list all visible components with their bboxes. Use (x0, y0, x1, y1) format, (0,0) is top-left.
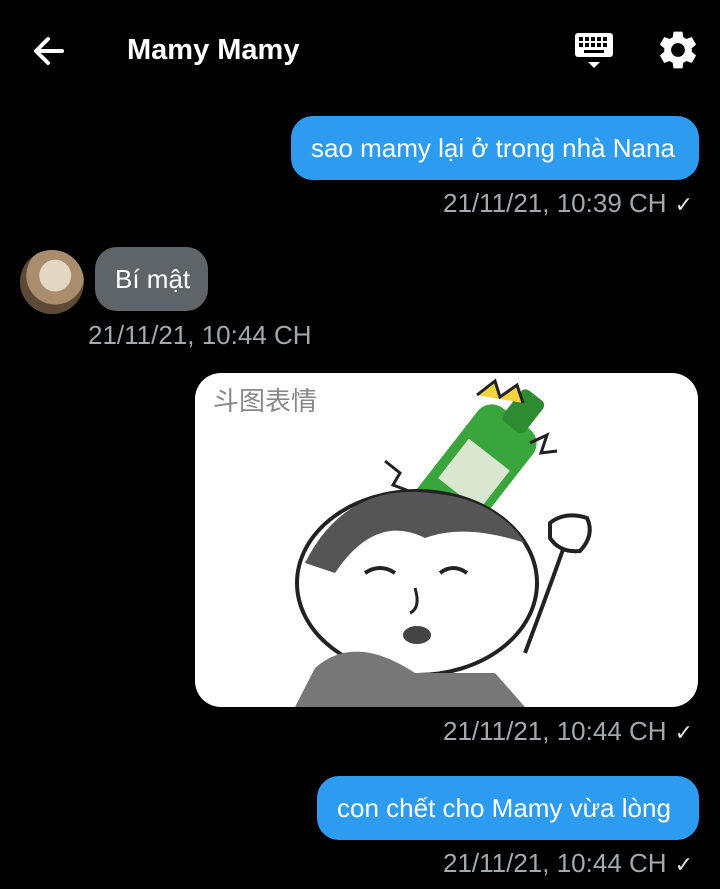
chat-header: Mamy Mamy (0, 0, 720, 100)
image-message[interactable]: 斗图表情 (195, 373, 698, 707)
arrow-left-icon (34, 37, 64, 65)
message-timestamp: 21/11/21, 10:39 CH ✓ (443, 186, 693, 222)
contact-avatar[interactable] (20, 250, 84, 314)
message-timestamp: 21/11/21, 10:44 CH ✓ (443, 714, 693, 750)
outgoing-message-bubble[interactable]: sao mamy lại ở trong nhà Nana (291, 116, 699, 180)
read-check-icon: ✓ (674, 852, 693, 877)
timestamp-text: 21/11/21, 10:44 CH (442, 716, 667, 746)
outgoing-message-bubble[interactable]: con chết cho Mamy vừa lòng (317, 776, 699, 840)
chat-title: Mamy Mamy (127, 34, 300, 66)
back-button[interactable] (28, 30, 70, 72)
gear-icon (660, 31, 696, 69)
timestamp-text: 21/11/21, 10:44 CH (442, 848, 667, 878)
message-timestamp: 21/11/21, 10:44 CH ✓ (443, 846, 693, 882)
image-watermark: 斗图表情 (213, 387, 318, 417)
settings-button[interactable] (655, 27, 701, 73)
message-timestamp: 21/11/21, 10:44 CH (88, 320, 312, 350)
timestamp-text: 21/11/21, 10:39 CH (442, 188, 667, 218)
incoming-message-bubble[interactable]: Bí mật (95, 247, 208, 311)
keyboard-button[interactable] (572, 30, 616, 72)
keyboard-icon (575, 33, 613, 68)
read-check-icon: ✓ (674, 192, 693, 217)
read-check-icon: ✓ (674, 720, 693, 745)
meme-illustration (295, 378, 592, 707)
